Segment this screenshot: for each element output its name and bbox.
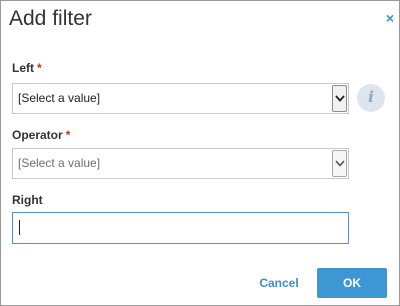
operator-label: Operator * xyxy=(12,128,70,142)
left-select[interactable]: [Select a value] xyxy=(12,83,349,114)
cancel-button[interactable]: Cancel xyxy=(249,269,309,297)
left-label: Left * xyxy=(12,61,42,75)
info-icon-glyph: i xyxy=(368,88,374,106)
add-filter-dialog: Add filter × Left * [Select a value] i Op… xyxy=(0,0,400,306)
operator-required-mark: * xyxy=(65,128,71,142)
chevron-down-icon xyxy=(335,160,345,167)
left-required-mark: * xyxy=(37,61,42,75)
operator-label-text: Operator xyxy=(12,128,63,142)
chevron-down-icon xyxy=(335,95,345,102)
right-label-text: Right xyxy=(12,193,43,207)
dialog-title: Add filter xyxy=(9,7,92,30)
operator-dropdown-arrow[interactable] xyxy=(332,150,347,177)
ok-button[interactable]: OK xyxy=(317,268,387,298)
operator-select-value: [Select a value] xyxy=(18,156,101,170)
right-label: Right xyxy=(12,193,43,207)
right-input[interactable] xyxy=(12,212,349,244)
left-select-value: [Select a value] xyxy=(18,91,101,105)
left-label-text: Left xyxy=(12,61,34,75)
info-icon[interactable]: i xyxy=(357,84,385,112)
close-icon[interactable]: × xyxy=(384,11,396,25)
left-dropdown-arrow[interactable] xyxy=(332,85,347,112)
operator-select[interactable]: [Select a value] xyxy=(12,148,349,179)
text-caret xyxy=(19,220,20,235)
